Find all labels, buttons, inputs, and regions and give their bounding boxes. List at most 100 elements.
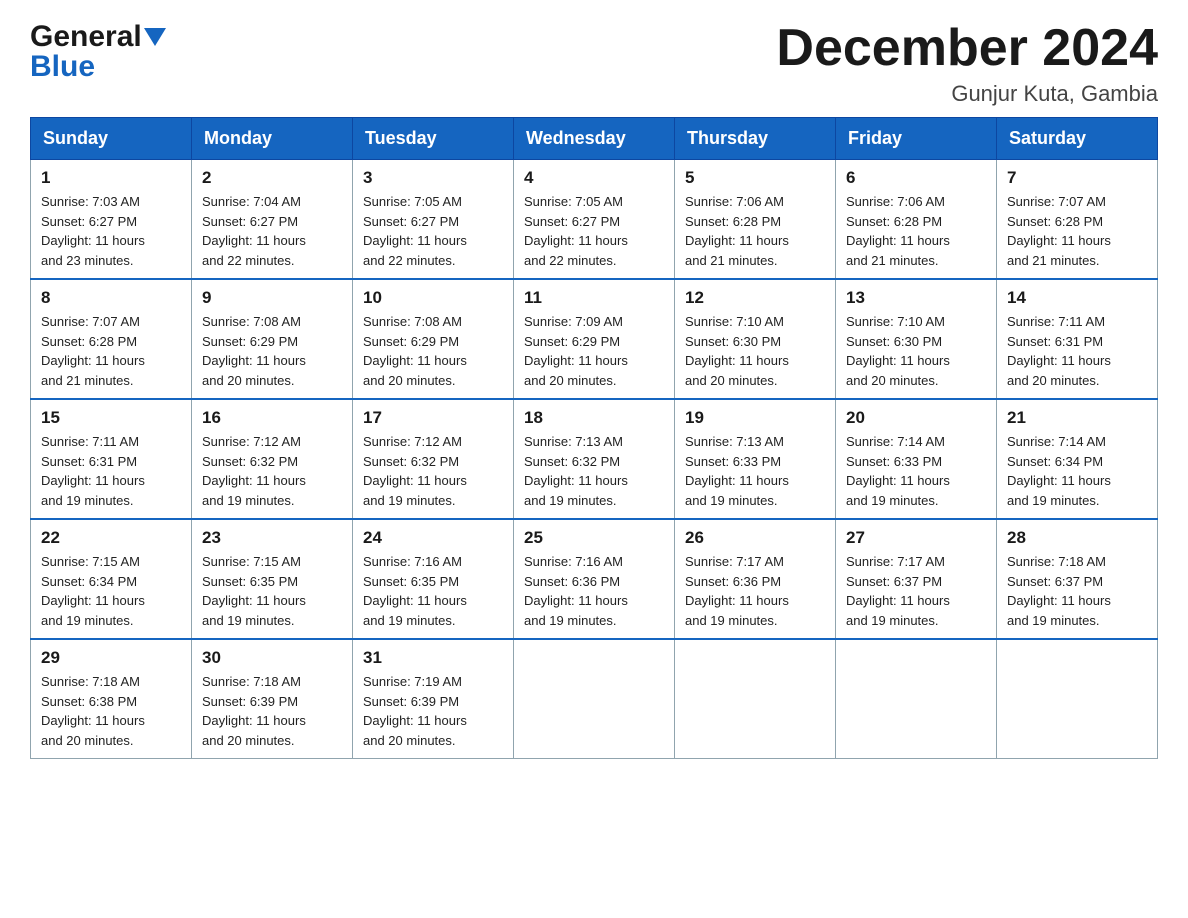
day-info: Sunrise: 7:15 AMSunset: 6:35 PMDaylight:…	[202, 552, 342, 630]
day-info: Sunrise: 7:18 AMSunset: 6:38 PMDaylight:…	[41, 672, 181, 750]
column-header-wednesday: Wednesday	[514, 118, 675, 160]
calendar-cell: 19 Sunrise: 7:13 AMSunset: 6:33 PMDayligh…	[675, 399, 836, 519]
column-header-saturday: Saturday	[997, 118, 1158, 160]
day-number: 23	[202, 528, 342, 548]
day-number: 26	[685, 528, 825, 548]
calendar-table: SundayMondayTuesdayWednesdayThursdayFrid…	[30, 117, 1158, 759]
column-header-monday: Monday	[192, 118, 353, 160]
calendar-cell: 14 Sunrise: 7:11 AMSunset: 6:31 PMDayligh…	[997, 279, 1158, 399]
column-header-tuesday: Tuesday	[353, 118, 514, 160]
calendar-cell: 3Sunrise: 7:05 AMSunset: 6:27 PMDaylight…	[353, 160, 514, 280]
day-info: Sunrise: 7:15 AMSunset: 6:34 PMDaylight:…	[41, 552, 181, 630]
logo-icon	[142, 20, 168, 54]
day-info: Sunrise: 7:07 AMSunset: 6:28 PMDaylight:…	[41, 312, 181, 390]
calendar-cell: 9Sunrise: 7:08 AMSunset: 6:29 PMDaylight…	[192, 279, 353, 399]
calendar-cell: 8 Sunrise: 7:07 AMSunset: 6:28 PMDaylight…	[31, 279, 192, 399]
day-info: Sunrise: 7:09 AMSunset: 6:29 PMDaylight:…	[524, 312, 664, 390]
day-number: 5	[685, 168, 825, 188]
day-number: 17	[363, 408, 503, 428]
day-info: Sunrise: 7:07 AMSunset: 6:28 PMDaylight:…	[1007, 192, 1147, 270]
calendar-cell: 4Sunrise: 7:05 AMSunset: 6:27 PMDaylight…	[514, 160, 675, 280]
column-header-friday: Friday	[836, 118, 997, 160]
day-info: Sunrise: 7:19 AMSunset: 6:39 PMDaylight:…	[363, 672, 503, 750]
day-info: Sunrise: 7:18 AMSunset: 6:37 PMDaylight:…	[1007, 552, 1147, 630]
day-number: 19	[685, 408, 825, 428]
day-number: 20	[846, 408, 986, 428]
day-info: Sunrise: 7:17 AMSunset: 6:37 PMDaylight:…	[846, 552, 986, 630]
calendar-cell: 10Sunrise: 7:08 AMSunset: 6:29 PMDayligh…	[353, 279, 514, 399]
calendar-cell: 1 Sunrise: 7:03 AMSunset: 6:27 PMDaylight…	[31, 160, 192, 280]
calendar-cell: 18Sunrise: 7:13 AMSunset: 6:32 PMDayligh…	[514, 399, 675, 519]
day-info: Sunrise: 7:04 AMSunset: 6:27 PMDaylight:…	[202, 192, 342, 270]
calendar-cell: 31 Sunrise: 7:19 AMSunset: 6:39 PMDayligh…	[353, 639, 514, 759]
day-info: Sunrise: 7:11 AMSunset: 6:31 PMDaylight:…	[1007, 312, 1147, 390]
day-number: 22	[41, 528, 181, 548]
calendar-cell: 12 Sunrise: 7:10 AMSunset: 6:30 PMDayligh…	[675, 279, 836, 399]
day-number: 13	[846, 288, 986, 308]
day-info: Sunrise: 7:14 AMSunset: 6:33 PMDaylight:…	[846, 432, 986, 510]
day-info: Sunrise: 7:16 AMSunset: 6:36 PMDaylight:…	[524, 552, 664, 630]
day-info: Sunrise: 7:08 AMSunset: 6:29 PMDaylight:…	[202, 312, 342, 390]
calendar-cell	[836, 639, 997, 759]
day-number: 30	[202, 648, 342, 668]
day-info: Sunrise: 7:08 AMSunset: 6:29 PMDaylight:…	[363, 312, 503, 390]
day-number: 18	[524, 408, 664, 428]
day-number: 14	[1007, 288, 1147, 308]
day-number: 25	[524, 528, 664, 548]
column-header-thursday: Thursday	[675, 118, 836, 160]
calendar-cell: 6Sunrise: 7:06 AMSunset: 6:28 PMDaylight…	[836, 160, 997, 280]
day-number: 21	[1007, 408, 1147, 428]
day-info: Sunrise: 7:16 AMSunset: 6:35 PMDaylight:…	[363, 552, 503, 630]
day-info: Sunrise: 7:10 AMSunset: 6:30 PMDaylight:…	[685, 312, 825, 390]
day-info: Sunrise: 7:14 AMSunset: 6:34 PMDaylight:…	[1007, 432, 1147, 510]
calendar-cell	[675, 639, 836, 759]
calendar-cell: 16Sunrise: 7:12 AMSunset: 6:32 PMDayligh…	[192, 399, 353, 519]
day-number: 1	[41, 168, 181, 188]
day-number: 29	[41, 648, 181, 668]
day-info: Sunrise: 7:05 AMSunset: 6:27 PMDaylight:…	[363, 192, 503, 270]
calendar-week-row: 1 Sunrise: 7:03 AMSunset: 6:27 PMDaylight…	[31, 160, 1158, 280]
location-label: Gunjur Kuta, Gambia	[776, 81, 1158, 107]
page-header: General Blue December 2024 Gunjur Kuta, …	[30, 20, 1158, 107]
calendar-week-row: 8 Sunrise: 7:07 AMSunset: 6:28 PMDaylight…	[31, 279, 1158, 399]
day-info: Sunrise: 7:13 AMSunset: 6:33 PMDaylight:…	[685, 432, 825, 510]
calendar-cell	[514, 639, 675, 759]
day-info: Sunrise: 7:06 AMSunset: 6:28 PMDaylight:…	[685, 192, 825, 270]
logo-general-text: General	[30, 20, 142, 54]
day-number: 27	[846, 528, 986, 548]
calendar-cell: 21 Sunrise: 7:14 AMSunset: 6:34 PMDayligh…	[997, 399, 1158, 519]
column-header-sunday: Sunday	[31, 118, 192, 160]
day-number: 8	[41, 288, 181, 308]
day-number: 31	[363, 648, 503, 668]
day-number: 7	[1007, 168, 1147, 188]
day-info: Sunrise: 7:18 AMSunset: 6:39 PMDaylight:…	[202, 672, 342, 750]
calendar-cell: 22 Sunrise: 7:15 AMSunset: 6:34 PMDayligh…	[31, 519, 192, 639]
day-number: 4	[524, 168, 664, 188]
calendar-cell	[997, 639, 1158, 759]
calendar-cell: 11 Sunrise: 7:09 AMSunset: 6:29 PMDayligh…	[514, 279, 675, 399]
title-section: December 2024 Gunjur Kuta, Gambia	[776, 20, 1158, 107]
day-number: 11	[524, 288, 664, 308]
day-info: Sunrise: 7:11 AMSunset: 6:31 PMDaylight:…	[41, 432, 181, 510]
calendar-week-row: 15 Sunrise: 7:11 AMSunset: 6:31 PMDayligh…	[31, 399, 1158, 519]
calendar-cell: 13 Sunrise: 7:10 AMSunset: 6:30 PMDayligh…	[836, 279, 997, 399]
calendar-cell: 24Sunrise: 7:16 AMSunset: 6:35 PMDayligh…	[353, 519, 514, 639]
calendar-cell: 17Sunrise: 7:12 AMSunset: 6:32 PMDayligh…	[353, 399, 514, 519]
calendar-cell: 23 Sunrise: 7:15 AMSunset: 6:35 PMDayligh…	[192, 519, 353, 639]
calendar-cell: 26 Sunrise: 7:17 AMSunset: 6:36 PMDayligh…	[675, 519, 836, 639]
day-number: 15	[41, 408, 181, 428]
day-info: Sunrise: 7:03 AMSunset: 6:27 PMDaylight:…	[41, 192, 181, 270]
day-number: 2	[202, 168, 342, 188]
calendar-cell: 25 Sunrise: 7:16 AMSunset: 6:36 PMDayligh…	[514, 519, 675, 639]
logo: General Blue	[30, 20, 168, 84]
calendar-cell: 30 Sunrise: 7:18 AMSunset: 6:39 PMDayligh…	[192, 639, 353, 759]
day-info: Sunrise: 7:10 AMSunset: 6:30 PMDaylight:…	[846, 312, 986, 390]
day-info: Sunrise: 7:17 AMSunset: 6:36 PMDaylight:…	[685, 552, 825, 630]
calendar-cell: 28Sunrise: 7:18 AMSunset: 6:37 PMDayligh…	[997, 519, 1158, 639]
calendar-cell: 5 Sunrise: 7:06 AMSunset: 6:28 PMDaylight…	[675, 160, 836, 280]
calendar-cell: 29 Sunrise: 7:18 AMSunset: 6:38 PMDayligh…	[31, 639, 192, 759]
day-number: 6	[846, 168, 986, 188]
calendar-cell: 7 Sunrise: 7:07 AMSunset: 6:28 PMDaylight…	[997, 160, 1158, 280]
day-number: 12	[685, 288, 825, 308]
day-number: 16	[202, 408, 342, 428]
